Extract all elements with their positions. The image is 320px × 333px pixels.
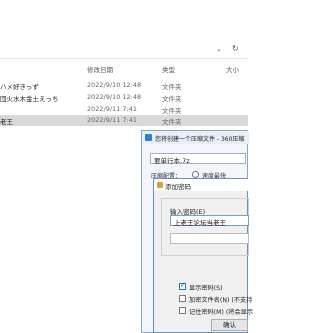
remember-password-label: 记住密码(M) (将会显示 (189, 309, 254, 316)
file-type: 文件夹 (162, 107, 182, 115)
column-header-type[interactable]: 类型 (162, 64, 175, 76)
column-header-size[interactable]: 大小 (226, 64, 239, 76)
file-type: 文件夹 (162, 118, 182, 126)
archive-name-input[interactable]: 要单行本.7z (150, 153, 246, 165)
file-type: 文件夹 (162, 95, 182, 103)
file-row-selected[interactable]: 老王 2022/9/11 7:41 文件夹 (0, 115, 248, 126)
show-password-checkbox[interactable] (179, 281, 186, 290)
dialog-titlebar[interactable]: 添加密码 (154, 179, 249, 191)
confirm-password-input[interactable] (170, 233, 249, 244)
dialog-title: 您将创建一个压缩文件 - 360压缩 (155, 136, 245, 143)
password-value: 上老王论坛当老王 (174, 219, 226, 227)
file-name: 団火水木金土えっち (0, 95, 59, 103)
archive-name-value: 要单行本.7z (154, 157, 190, 165)
remember-password-checkbox[interactable] (179, 307, 186, 314)
refresh-icon[interactable]: ↻ (232, 44, 239, 53)
lock-icon (157, 182, 163, 188)
encrypt-filenames-label: 加密文件名(N) (不支持 (189, 297, 253, 304)
column-header-modified[interactable]: 修改日期 (87, 64, 113, 76)
file-type: 文件夹 (162, 83, 182, 91)
chevron-down-icon[interactable]: ⌄ (216, 45, 222, 53)
add-password-dialog: 添加密码 输入密码(E) 上老王论坛当老王 显示密码(S) 加密文件名(N) (… (153, 178, 253, 333)
file-modified: 2022/9/11 7:41 (87, 105, 137, 113)
file-name: ハメ好きっず (0, 83, 39, 91)
dialog-titlebar[interactable]: 您将创建一个压缩文件 - 360压缩 (142, 131, 249, 144)
encrypt-filenames-checkbox[interactable] (179, 295, 186, 302)
file-name: 老王 (0, 118, 13, 126)
file-modified: 2022/9/10 12:48 (87, 81, 142, 89)
show-password-label: 显示密码(S) (189, 285, 223, 292)
file-row[interactable]: 2022/9/11 7:41 文件夹 (0, 104, 248, 115)
file-modified: 2022/9/10 12:48 (87, 93, 142, 101)
speed-radio[interactable] (192, 171, 199, 178)
confirm-button[interactable]: 确认 (211, 319, 248, 331)
password-input[interactable]: 上老王论坛当老王 (170, 215, 249, 227)
file-row[interactable]: ハメ好きっず 2022/9/10 12:48 文件夹 (0, 80, 248, 91)
address-bar[interactable]: ⌄ ↻ (0, 42, 248, 59)
archive-app-icon (145, 134, 152, 141)
file-row[interactable]: 団火水木金土えっち 2022/9/10 12:48 文件夹 (0, 92, 248, 103)
file-modified: 2022/9/11 7:41 (87, 116, 137, 124)
dialog-title: 添加密码 (165, 183, 191, 191)
